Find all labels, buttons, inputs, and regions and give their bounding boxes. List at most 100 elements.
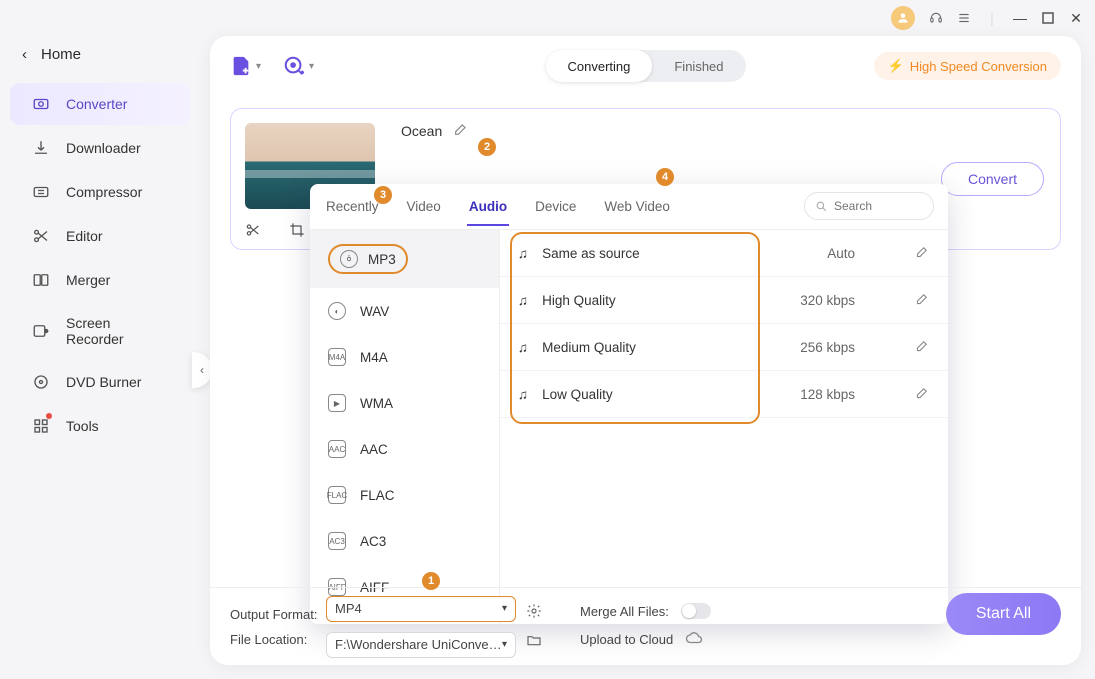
support-icon[interactable] (929, 11, 943, 25)
sidebar-item-converter[interactable]: Converter (10, 83, 190, 125)
tab-finished[interactable]: Finished (652, 50, 745, 82)
settings-icon[interactable] (526, 603, 542, 622)
annotation-badge-2: 2 (478, 138, 496, 156)
merge-toggle[interactable] (681, 603, 711, 619)
quality-list: ♫Same as source Auto ♫High Quality 320 k… (500, 230, 948, 624)
format-ac3[interactable]: AC3AC3 (310, 518, 499, 564)
music-note-icon: ♫ (518, 340, 528, 355)
close-button[interactable]: ✕ (1069, 11, 1083, 25)
format-label: MP3 (368, 252, 396, 267)
wav-icon: ◐ (328, 302, 346, 320)
file-location-value: F:\Wondershare UniConverter 1 (335, 637, 502, 652)
record-icon (32, 322, 50, 340)
format-m4a[interactable]: M4AM4A (310, 334, 499, 380)
popup-tabs: Recently Video Audio Device Web Video (310, 184, 948, 230)
ptab-recently[interactable]: Recently (324, 187, 381, 226)
ptab-web-video[interactable]: Web Video (602, 187, 672, 226)
sidebar-collapse-handle[interactable]: ‹ (192, 352, 212, 388)
format-popup: Recently Video Audio Device Web Video MP… (310, 184, 948, 624)
output-format-value: MP4 (335, 601, 362, 616)
flac-icon: FLAC (328, 486, 346, 504)
format-list: MP3 ◐ WAV M4AM4A ▶WMA AACAAC FLAC FLAC AC3… (310, 230, 500, 624)
quality-high[interactable]: ♫High Quality 320 kbps (500, 277, 948, 324)
edit-quality-icon[interactable] (915, 385, 930, 403)
ptab-video[interactable]: Video (405, 187, 443, 226)
sidebar-item-label: Downloader (66, 140, 141, 156)
merge-label: Merge All Files: (580, 604, 669, 619)
tab-converting[interactable]: Converting (545, 50, 652, 82)
upload-cloud-label: Upload to Cloud (580, 632, 673, 647)
quality-label: High Quality (542, 293, 616, 308)
folder-icon[interactable] (526, 632, 542, 651)
quality-label: Medium Quality (542, 340, 636, 355)
divider: | (985, 11, 999, 25)
grid-icon (32, 417, 50, 435)
file-location-label: File Location: (230, 632, 326, 647)
sidebar: ‹ Home Converter Downloader Compressor E… (0, 0, 200, 679)
format-flac[interactable]: FLAC FLAC (310, 472, 499, 518)
converter-icon (32, 95, 50, 113)
chevron-down-icon: ▾ (256, 61, 261, 72)
sidebar-item-merger[interactable]: Merger (10, 259, 190, 301)
menu-icon[interactable] (957, 11, 971, 25)
cloud-icon[interactable] (685, 629, 703, 650)
popup-search[interactable] (804, 192, 934, 220)
edit-quality-icon[interactable] (915, 244, 930, 262)
chevron-down-icon: ▾ (309, 61, 314, 72)
output-format-label: Output Format: (230, 607, 326, 622)
edit-quality-icon[interactable] (915, 338, 930, 356)
add-disc-button[interactable]: ▾ (283, 55, 314, 77)
sidebar-item-downloader[interactable]: Downloader (10, 127, 190, 169)
m4a-icon: M4A (328, 348, 346, 366)
quality-medium[interactable]: ♫Medium Quality 256 kbps (500, 324, 948, 371)
sidebar-item-editor[interactable]: Editor (10, 215, 190, 257)
search-input[interactable] (834, 199, 914, 213)
format-label: FLAC (360, 488, 395, 503)
compress-icon (32, 183, 50, 201)
sidebar-item-label: Merger (66, 272, 110, 288)
start-all-button[interactable]: Start All (946, 593, 1061, 635)
sidebar-item-label: Compressor (66, 184, 142, 200)
sidebar-item-label: Converter (66, 96, 127, 112)
quality-low[interactable]: ♫Low Quality 128 kbps (500, 371, 948, 418)
crop-icon[interactable] (289, 222, 305, 243)
user-avatar[interactable] (891, 6, 915, 30)
card-tools (245, 222, 305, 243)
music-note-icon: ♫ (518, 246, 528, 261)
mp3-icon (340, 250, 358, 268)
format-mp3[interactable]: MP3 (310, 230, 499, 288)
annotation-badge-4: 4 (656, 168, 674, 186)
format-wav[interactable]: ◐ WAV (310, 288, 499, 334)
quality-same-as-source[interactable]: ♫Same as source Auto (500, 230, 948, 277)
download-icon (32, 139, 50, 157)
add-file-button[interactable]: ▾ (230, 55, 261, 77)
annotation-badge-3: 3 (374, 186, 392, 204)
bolt-icon: ⚡ (888, 58, 904, 74)
annotation-badge-1: 1 (422, 572, 440, 590)
home-row[interactable]: ‹ Home (0, 36, 200, 81)
format-wma[interactable]: ▶WMA (310, 380, 499, 426)
sidebar-item-label: Screen Recorder (66, 315, 168, 347)
edit-quality-icon[interactable] (915, 291, 930, 309)
high-speed-conversion-button[interactable]: ⚡ High Speed Conversion (874, 52, 1062, 80)
convert-button[interactable]: Convert (941, 162, 1044, 196)
minimize-button[interactable]: — (1013, 11, 1027, 25)
file-location-select[interactable]: F:\Wondershare UniConverter 1 ▾ (326, 632, 516, 658)
rename-icon[interactable] (453, 121, 469, 142)
format-aac[interactable]: AACAAC (310, 426, 499, 472)
ptab-device[interactable]: Device (533, 187, 578, 226)
trim-icon[interactable] (245, 222, 261, 243)
scissors-icon (32, 227, 50, 245)
home-label: Home (41, 46, 81, 63)
maximize-button[interactable] (1041, 11, 1055, 25)
quality-label: Low Quality (542, 387, 613, 402)
merge-icon (32, 271, 50, 289)
sidebar-item-screen-recorder[interactable]: Screen Recorder (10, 303, 190, 359)
quality-label: Same as source (542, 246, 640, 261)
format-label: WAV (360, 304, 389, 319)
ptab-audio[interactable]: Audio (467, 187, 509, 226)
sidebar-item-dvd-burner[interactable]: DVD Burner (10, 361, 190, 403)
sidebar-item-tools[interactable]: Tools (10, 405, 190, 447)
sidebar-item-compressor[interactable]: Compressor (10, 171, 190, 213)
output-format-select[interactable]: MP4 ▾ (326, 596, 516, 622)
